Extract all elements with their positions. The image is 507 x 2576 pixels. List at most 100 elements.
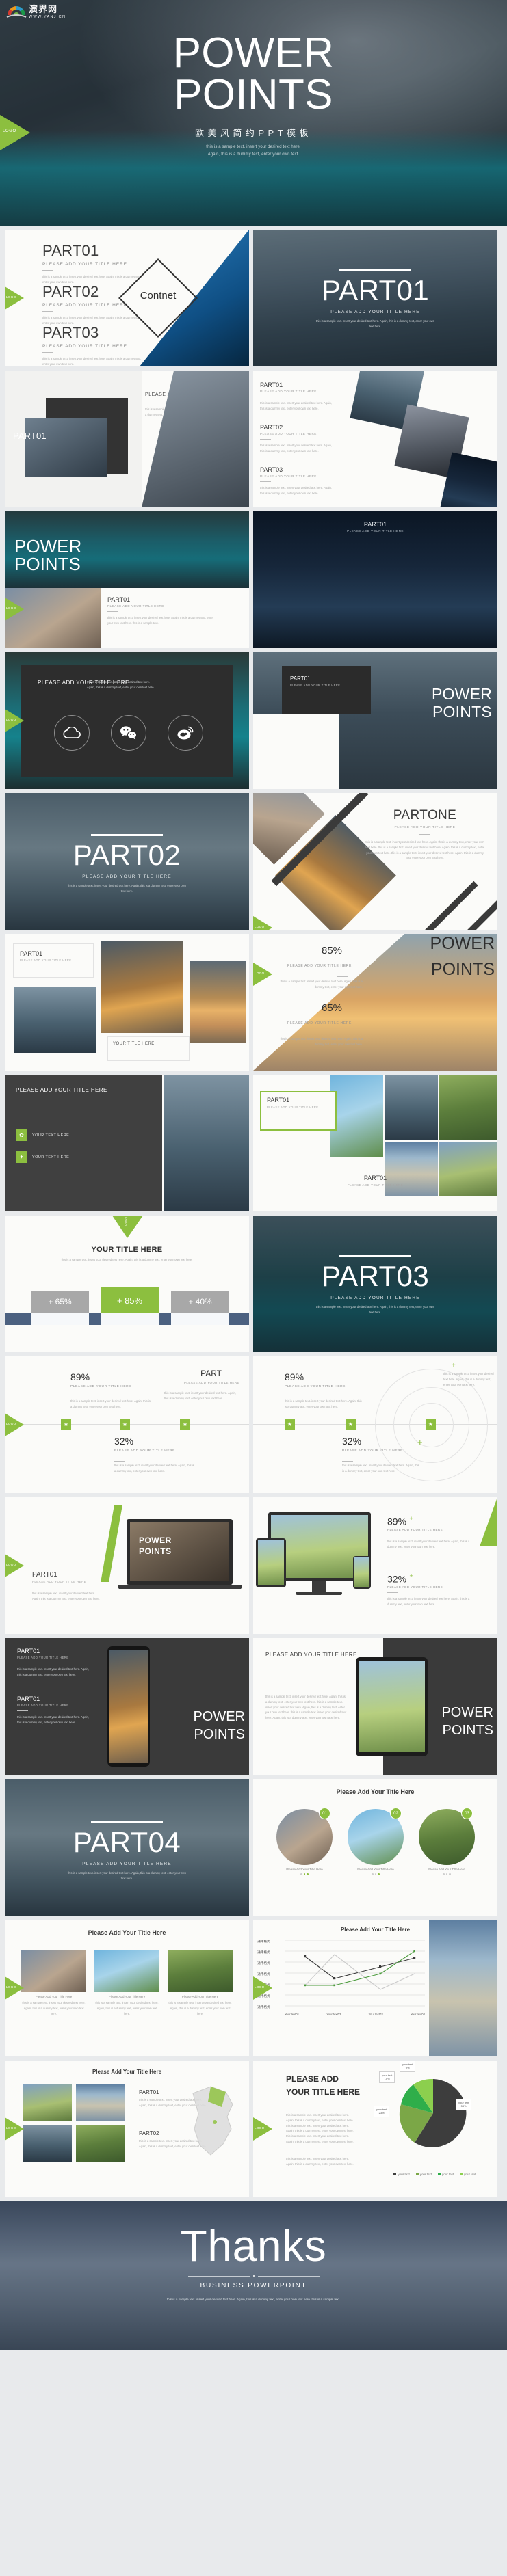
feature-badge: 02 <box>390 1808 402 1819</box>
logo-arrow: LOGO <box>5 286 24 310</box>
photo-card[interactable]: Please Add Your Title Here this is a sam… <box>21 1950 86 2016</box>
slide-phone-dark[interactable]: PART01 PLEASE ADD YOUR TITLE HERE this i… <box>5 1638 249 1775</box>
section-title: PARTONE <box>393 808 457 822</box>
phone-screen <box>354 1557 369 1587</box>
slide-part01-cards[interactable]: PART01 PLEASE ADD YOUR TITLE HERE YOUR T… <box>5 934 249 1071</box>
hero-title-block: POWER POINTS 欧美风简约PPT模板 this is a sample… <box>0 32 507 159</box>
slide-part01-card[interactable]: PART01 PLEASE ADD YOUR TITLE HERE this i… <box>5 371 249 507</box>
pie-value: 9% <box>405 2066 410 2070</box>
slide-monitor-stats[interactable]: 89% + PLEASE ADD YOUR TITLE HERE this is… <box>253 1497 497 1634</box>
stat-65-value: 65% <box>322 1002 343 1014</box>
logo-label: LOGO <box>6 1985 16 1989</box>
legend-item: your text <box>415 2173 432 2176</box>
slide-photo-map[interactable]: Please Add Your Title Here PART01 this i… <box>5 2061 249 2197</box>
radial-ring-inner <box>409 1403 454 1447</box>
photo-card[interactable]: Please Add Your Title Here this is a sam… <box>94 1950 159 2016</box>
monitor-stat-1: 89% + PLEASE ADD YOUR TITLE HERE this is… <box>387 1515 476 1550</box>
feature-item[interactable]: 02 Please Add Your Title Here <box>348 1808 404 1875</box>
stat-32-value: 32% <box>114 1436 134 1447</box>
title-bar <box>91 1821 163 1823</box>
dark-feature-label: YOUR TEXT HERE <box>32 1133 70 1138</box>
slide-laptop-mockup[interactable]: PART01 PLEASE ADD YOUR TITLE HERE this i… <box>5 1497 249 1634</box>
screen-subtitle: POINTS <box>139 1546 172 1556</box>
slide-social-dark[interactable]: PLEASE ADD YOUR TITLE HERE this is a sam… <box>5 652 249 789</box>
section-title: PART03 <box>321 1260 430 1292</box>
part-body: this is a sample text. insert your desir… <box>260 401 332 410</box>
part-label: PART01 <box>267 1097 290 1103</box>
slide-section-part01[interactable]: PART01 PLEASE ADD YOUR TITLE HERE this i… <box>253 230 497 366</box>
overlay-title-line1: POWER <box>430 934 495 953</box>
part-label: PART01 <box>107 596 131 603</box>
slide-percent-boxes[interactable]: LOGO YOUR TITLE HERE this is a sample te… <box>5 1216 249 1352</box>
slide-three-photo-cards[interactable]: Please Add Your Title Here Please Add Yo… <box>5 1920 249 2056</box>
dot <box>372 1873 374 1875</box>
logo-label: LOGO <box>255 1985 265 1989</box>
pie-legend: your text your text your text your text <box>376 2173 493 2176</box>
slide-line-chart[interactable]: Please Add Your Title Here /通用格式 /通用格式 /… <box>253 1920 497 2056</box>
logo-label: LOGO <box>6 1422 16 1425</box>
pie-chart-plot <box>395 2076 471 2154</box>
feature-item[interactable]: 01 Please Add Your Title Here <box>276 1808 333 1875</box>
slide-stats-timeline-left[interactable]: 89% PLEASE ADD YOUR TITLE HERE this is a… <box>5 1356 249 1493</box>
slide-section-part03[interactable]: PART03 PLEASE ADD YOUR TITLE HERE this i… <box>253 1216 497 1352</box>
cloud-icon[interactable] <box>54 715 90 751</box>
logo-arrow: LOGO <box>5 709 24 732</box>
feature-item[interactable]: 03 Please Add Your Title Here <box>419 1808 475 1875</box>
overlay-title-line2: POINTS <box>432 703 492 721</box>
slide-contents[interactable]: PART01 PLEASE ADD YOUR TITLE HERE this i… <box>5 230 249 366</box>
slide-partone-diagonal[interactable]: PARTONE PLEASE ADD YOUR TITLE HERE this … <box>253 793 497 930</box>
xtick: Your text03 <box>368 2013 383 2016</box>
part-label: PART <box>200 1369 222 1378</box>
monitor-stand <box>296 1592 342 1595</box>
slide-section-part02[interactable]: PART02 PLEASE ADD YOUR TITLE HERE this i… <box>5 793 249 930</box>
part-sub: PLEASE ADD YOUR TITLE HERE <box>183 1381 239 1384</box>
slide-pie-chart[interactable]: PLEASE ADD YOUR TITLE HERE this is a sam… <box>253 2061 497 2197</box>
slide-stats-85-65[interactable]: 85% PLEASE ADD YOUR TITLE HERE this is a… <box>253 934 497 1071</box>
stat-89-body: this is a sample text. insert your desir… <box>387 1540 470 1549</box>
bottom-text-block: PART01 PLEASE ADD YOUR TITLE HERE this i… <box>107 596 217 626</box>
legend-swatch <box>393 2173 397 2175</box>
card-photo-center <box>101 941 183 1033</box>
stat-32-value: 32% <box>342 1436 362 1447</box>
slide-part01-green-card[interactable]: PART01 PLEASE ADD YOUR TITLE HERE PART01… <box>253 1075 497 1211</box>
slide-three-part-diagonal[interactable]: PART01 PLEASE ADD YOUR TITLE HERE this i… <box>253 371 497 507</box>
slide-tablet-dark[interactable]: PLEASE ADD YOUR TITLE HERE this is a sam… <box>253 1638 497 1775</box>
wechat-icon[interactable] <box>111 715 146 751</box>
divider <box>42 311 53 312</box>
slide-section-part04[interactable]: PART04 PLEASE ADD YOUR TITLE HERE this i… <box>5 1779 249 1916</box>
map-photo-3 <box>23 2125 72 2162</box>
pie-value: 23% <box>378 2111 385 2115</box>
feature-caption: Please Add Your Title Here <box>286 1868 323 1871</box>
legend-swatch <box>438 2173 441 2175</box>
slide-circle-features[interactable]: Please Add Your Title Here 01 Please Add… <box>253 1779 497 1916</box>
slide-power-points-photo[interactable]: POWER POINTS PART01 PLEASE ADD YOUR TITL… <box>5 511 249 648</box>
feature-caption: Please Add Your Title Here <box>357 1868 394 1871</box>
slide-stats-radial[interactable]: 89% PLEASE ADD YOUR TITLE HERE this is a… <box>253 1356 497 1493</box>
star-icon: ★ <box>120 1419 130 1430</box>
legend-label: your text <box>419 2173 432 2176</box>
part-body: this is a sample text. insert your desir… <box>17 1667 89 1676</box>
card-caption: Please Add Your Title Here <box>108 1995 146 1998</box>
weibo-icon[interactable] <box>168 715 203 751</box>
part-sub: PLEASE ADD YOUR TITLE HERE <box>347 529 404 533</box>
contents-part-label: PART03 <box>42 324 99 341</box>
part-sub: PLEASE ADD YOUR TITLE HERE <box>260 390 317 393</box>
thanks-subtitle: BUSINESS POWERPOINT <box>200 2282 307 2290</box>
star-icon: ★ <box>61 1419 71 1430</box>
base-gap <box>171 1313 229 1325</box>
slide-pier-powerpoints[interactable]: PART01 PLEASE ADD YOUR TITLE HERE POWER … <box>253 652 497 789</box>
watermark-url: WWW.YANJ.CN <box>29 15 66 19</box>
section-body: this is a sample text. insert your desir… <box>67 1871 187 1880</box>
ytick: /通用格式 <box>257 1940 270 1943</box>
logo-arrow: LOGO <box>5 1413 24 1436</box>
slide-dark-features[interactable]: PLEASE ADD YOUR TITLE HERE ✿ YOUR TEXT H… <box>5 1075 249 1211</box>
photo-card[interactable]: Please Add Your Title Here this is a sam… <box>168 1950 233 2016</box>
slide-city-part01[interactable]: PART01 PLEASE ADD YOUR TITLE HERE <box>253 511 497 648</box>
pie-callout-2: your text 23% <box>374 2106 390 2117</box>
title-bar <box>339 269 411 271</box>
xtick: Your text01 <box>285 2013 300 2016</box>
section-title: PART01 <box>321 274 430 306</box>
part-sub: PLEASE ADD YOUR TITLE HERE <box>260 432 317 435</box>
part-body: this is a sample text. insert your desir… <box>17 1715 89 1724</box>
card-photo-left <box>14 987 96 1053</box>
